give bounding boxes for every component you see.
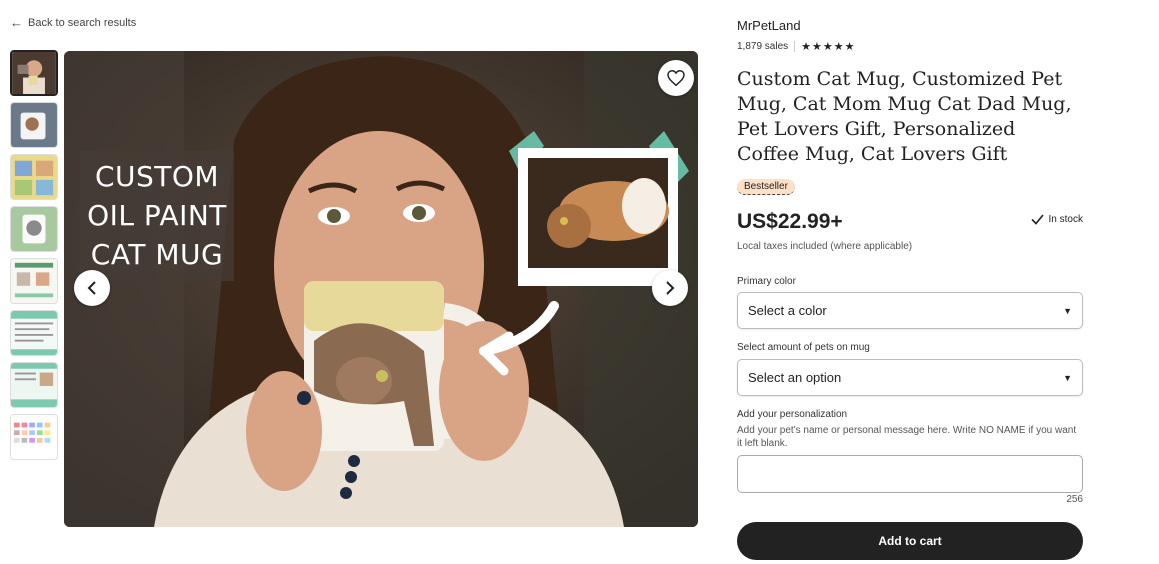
caption-line: CAT MUG xyxy=(90,238,224,271)
next-image-button[interactable] xyxy=(652,270,688,306)
thumbnail-image xyxy=(12,52,56,94)
previous-image-button[interactable] xyxy=(74,270,110,306)
thumbnail-4[interactable] xyxy=(10,206,58,252)
thumbnail-image xyxy=(11,259,57,303)
add-to-cart-button[interactable]: Add to cart xyxy=(737,522,1083,560)
woman-with-cat-mug-photo xyxy=(64,51,698,527)
bestseller-badge[interactable]: Bestseller xyxy=(737,179,795,195)
primary-color-select[interactable]: Select a color ▼ xyxy=(737,292,1083,329)
chevron-right-icon xyxy=(666,281,675,295)
select-value: Select a color xyxy=(748,303,827,318)
stock-status: In stock xyxy=(1030,214,1083,225)
primary-color-label: Primary color xyxy=(737,276,796,287)
personalization-label: Add your personalization xyxy=(737,409,848,420)
arrow-left-icon: ← xyxy=(10,15,23,30)
thumbnail-image xyxy=(11,155,57,199)
checkmark-icon xyxy=(1030,214,1044,225)
back-link-label: Back to search results xyxy=(28,16,137,29)
shop-sales-rating: 1,879 sales ★★★★★ xyxy=(737,40,855,53)
stock-label: In stock xyxy=(1048,214,1083,225)
caption-line: OIL PAINT xyxy=(87,199,227,232)
thumbnail-1[interactable] xyxy=(10,50,58,96)
thumbnail-6[interactable] xyxy=(10,310,58,356)
custom-oil-paint-caption: CUSTOM OIL PAINT CAT MUG xyxy=(80,151,234,281)
personalization-help: Add your pet's name or personal message … xyxy=(737,425,1077,449)
thumbnail-image xyxy=(11,415,57,459)
pets-amount-label: Select amount of pets on mug xyxy=(737,342,870,353)
caret-down-icon: ▼ xyxy=(1063,305,1072,316)
thumbnail-5[interactable] xyxy=(10,258,58,304)
thumbnail-2[interactable] xyxy=(10,102,58,148)
shop-name-link[interactable]: MrPetLand xyxy=(737,18,801,33)
pets-amount-select[interactable]: Select an option ▼ xyxy=(737,359,1083,396)
character-counter: 256 xyxy=(1066,494,1083,505)
divider xyxy=(794,41,796,52)
thumbnail-3[interactable] xyxy=(10,154,58,200)
thumbnail-image xyxy=(11,311,57,355)
star-rating-icon[interactable]: ★★★★★ xyxy=(801,40,855,53)
caption-line: CUSTOM xyxy=(94,160,220,193)
personalization-input[interactable] xyxy=(737,455,1083,493)
back-to-search-link[interactable]: ← Back to search results xyxy=(10,16,136,29)
thumbnail-image xyxy=(11,363,57,407)
thumbnail-strip xyxy=(10,50,60,466)
caret-down-icon: ▼ xyxy=(1063,372,1072,383)
product-price: US$22.99+ xyxy=(737,210,843,233)
chevron-left-icon xyxy=(87,281,96,295)
main-product-image[interactable]: CUSTOM OIL PAINT CAT MUG xyxy=(64,51,698,527)
thumbnail-image xyxy=(11,207,57,251)
heart-icon xyxy=(667,70,685,86)
sales-count: 1,879 sales xyxy=(737,41,789,52)
thumbnail-image xyxy=(11,103,57,147)
favorite-button[interactable] xyxy=(658,60,694,96)
thumbnail-7[interactable] xyxy=(10,362,58,408)
product-title: Custom Cat Mug, Customized Pet Mug, Cat … xyxy=(737,68,1072,165)
thumbnail-8[interactable] xyxy=(10,414,58,460)
tax-note: Local taxes included (where applicable) xyxy=(737,241,913,252)
select-value: Select an option xyxy=(748,370,842,385)
